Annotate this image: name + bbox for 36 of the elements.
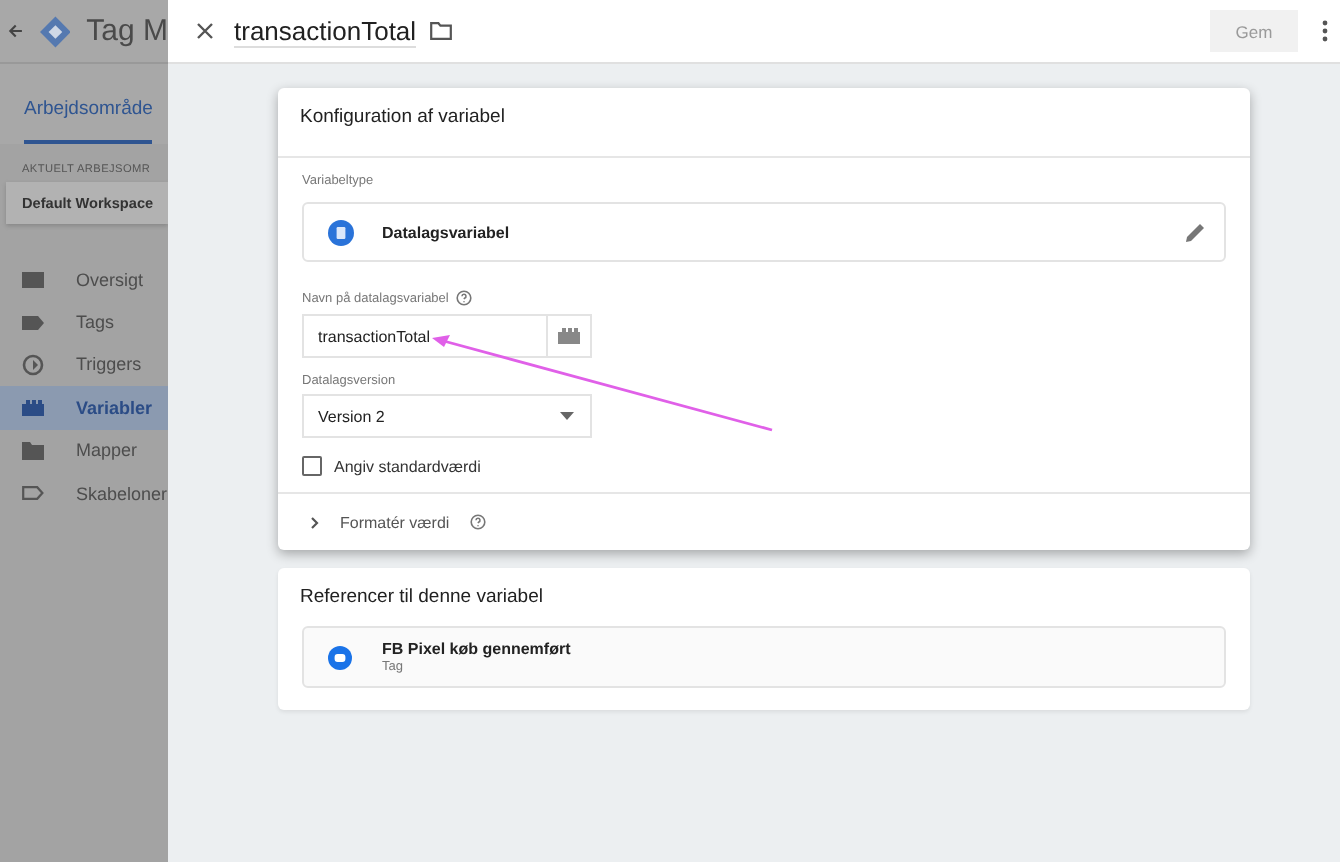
nav-item[interactable]: Skabeloner [0, 471, 168, 515]
variable-type-selector[interactable]: Datalagsvariabel [302, 202, 1226, 262]
tag-circle-icon [328, 645, 352, 669]
folder-icon[interactable] [430, 22, 453, 40]
nav-item[interactable]: Tags [0, 300, 168, 344]
back-arrow-icon[interactable] [8, 22, 24, 40]
help-icon[interactable] [469, 514, 486, 530]
variable-picker-button[interactable] [548, 314, 592, 358]
reference-name: FB Pixel køb gennemført [382, 640, 571, 658]
version-dropdown[interactable]: Version 2 [302, 394, 592, 438]
briefcase-icon [22, 270, 44, 289]
tag-icon [22, 315, 44, 330]
variable-title[interactable]: transactionTotal [234, 15, 417, 47]
tag-icon [22, 486, 44, 501]
app-title: Tag M [86, 14, 168, 48]
nav-item[interactable]: Mapper [0, 429, 168, 472]
variable-name-field[interactable]: transactionTotal [302, 314, 548, 358]
card-title: Konfiguration af variabel [298, 104, 507, 132]
blocks-icon [22, 399, 44, 416]
card-title: Referencer til denne variabel [298, 584, 545, 608]
folder-icon [22, 441, 44, 460]
document-icon [328, 219, 354, 245]
nav-item[interactable]: Oversigt [0, 258, 168, 301]
trigger-icon [22, 353, 44, 376]
nav-item[interactable]: Variabler [0, 386, 168, 430]
blocks-icon [558, 328, 580, 344]
help-icon[interactable] [456, 290, 473, 306]
diamond-logo-icon [39, 13, 71, 49]
checkbox-label: Angiv standardværdi [334, 457, 481, 475]
more-icon[interactable] [1322, 20, 1328, 42]
checkbox[interactable] [302, 456, 322, 476]
dropdown-caret-icon [560, 412, 574, 420]
format-section-toggle[interactable]: Formatér værdi [278, 492, 1250, 550]
nav-item[interactable]: Triggers [0, 343, 168, 387]
pencil-icon[interactable] [1184, 221, 1206, 243]
close-icon[interactable] [196, 22, 214, 40]
